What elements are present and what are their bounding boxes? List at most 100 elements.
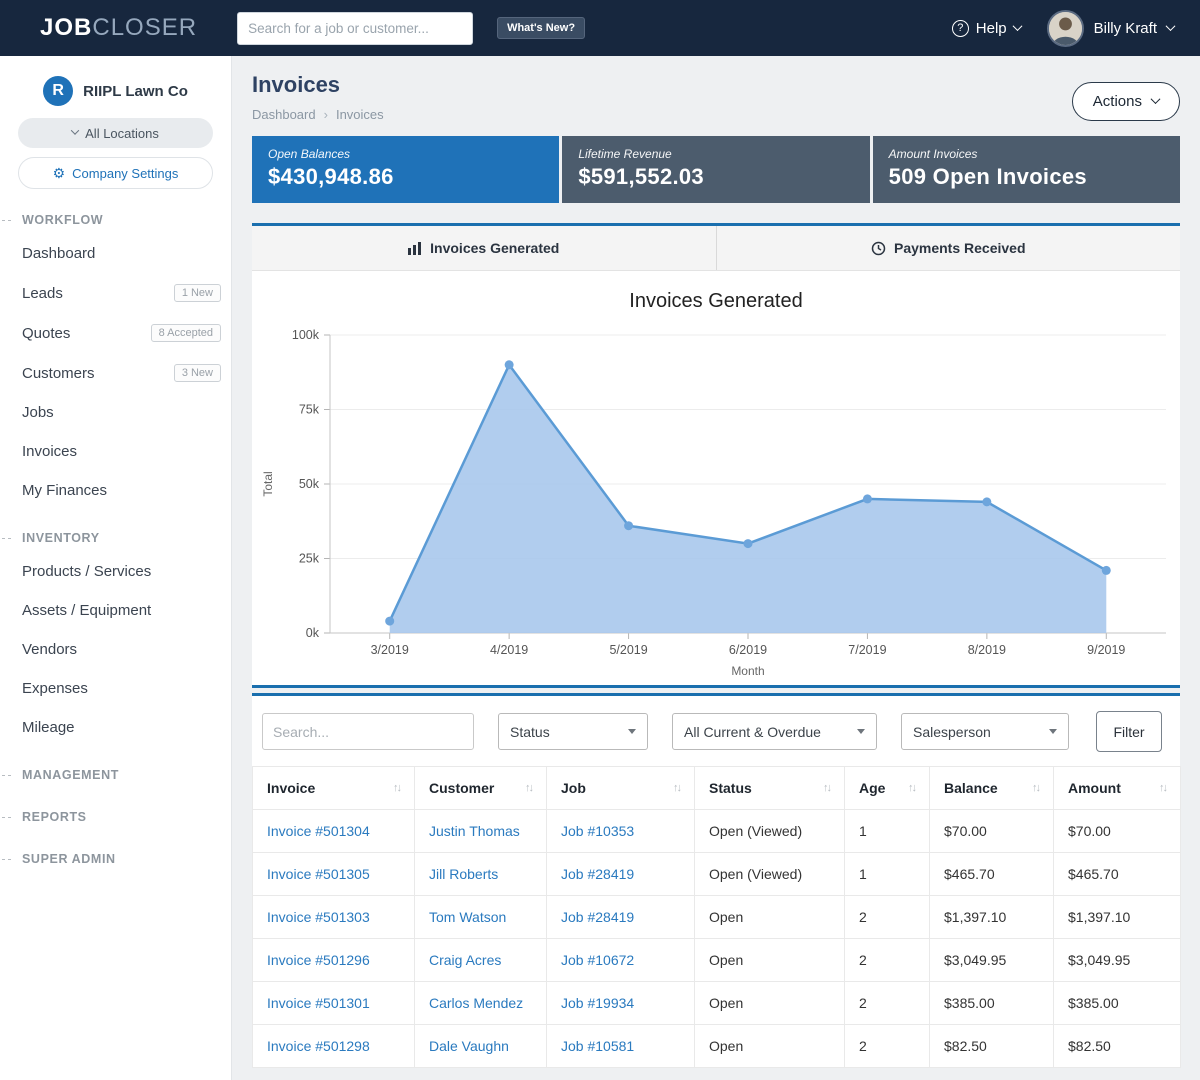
sidebar-section-workflow[interactable]: WORKFLOW bbox=[0, 205, 231, 234]
current-overdue-select[interactable]: All Current & Overdue bbox=[672, 713, 877, 750]
job-cell: Job #19934 bbox=[547, 982, 695, 1025]
sidebar-item-vendors[interactable]: Vendors bbox=[0, 630, 231, 669]
breadcrumb-dashboard[interactable]: Dashboard bbox=[252, 107, 316, 122]
sidebar-item-quotes[interactable]: Quotes8 Accepted bbox=[0, 313, 231, 353]
customer-link[interactable]: Justin Thomas bbox=[429, 823, 520, 839]
status-cell: Open (Viewed) bbox=[695, 853, 845, 896]
company-name: RIIPL Lawn Co bbox=[83, 83, 188, 100]
help-menu[interactable]: ? Help bbox=[952, 20, 1021, 37]
sort-icon[interactable]: ↑↓ bbox=[1032, 782, 1039, 794]
job-link[interactable]: Job #28419 bbox=[561, 866, 634, 882]
invoice-link[interactable]: Invoice #501304 bbox=[267, 823, 370, 839]
amount-cell: $82.50 bbox=[1054, 1025, 1181, 1068]
column-header-job[interactable]: Job↑↓ bbox=[547, 767, 695, 810]
sidebar-item-mileage[interactable]: Mileage bbox=[0, 708, 231, 747]
section-tick-icon bbox=[2, 817, 11, 818]
column-header-amount[interactable]: Amount ↑↓ bbox=[1054, 767, 1181, 810]
sidebar-section-inventory[interactable]: INVENTORY bbox=[0, 523, 231, 552]
sidebar-section-super-admin[interactable]: SUPER ADMIN bbox=[0, 844, 231, 873]
column-label: Customer bbox=[429, 780, 494, 796]
global-search-input[interactable] bbox=[237, 12, 473, 45]
balance-cell: $1,397.10 bbox=[930, 896, 1054, 939]
customer-link[interactable]: Carlos Mendez bbox=[429, 995, 523, 1011]
customer-link[interactable]: Dale Vaughn bbox=[429, 1038, 509, 1054]
chart-card: Invoices Generated Payments Received Inv… bbox=[252, 223, 1180, 688]
sidebar-item-label: Expenses bbox=[22, 680, 88, 697]
column-header-status[interactable]: Status ↑↓ bbox=[695, 767, 845, 810]
section-label: INVENTORY bbox=[22, 531, 100, 545]
svg-text:Total: Total bbox=[261, 471, 275, 496]
column-header-customer[interactable]: Customer ↑↓ bbox=[415, 767, 547, 810]
customer-link[interactable]: Tom Watson bbox=[429, 909, 506, 925]
avatar-silhouette-icon bbox=[1049, 12, 1082, 45]
caret-down-icon bbox=[857, 729, 865, 734]
sort-icon[interactable]: ↑↓ bbox=[393, 782, 400, 794]
table-search-input[interactable] bbox=[262, 713, 474, 750]
job-link[interactable]: Job #28419 bbox=[561, 909, 634, 925]
customer-link[interactable]: Craig Acres bbox=[429, 952, 501, 968]
company-switcher[interactable]: R RIIPL Lawn Co bbox=[0, 70, 231, 118]
salesperson-select[interactable]: Salesperson bbox=[901, 713, 1069, 750]
invoice-link[interactable]: Invoice #501305 bbox=[267, 866, 370, 882]
status-select[interactable]: Status bbox=[498, 713, 648, 750]
sort-icon[interactable]: ↑↓ bbox=[908, 782, 915, 794]
section-tick-icon bbox=[2, 775, 11, 776]
sidebar-item-jobs[interactable]: Jobs bbox=[0, 393, 231, 432]
invoice-link[interactable]: Invoice #501296 bbox=[267, 952, 370, 968]
invoice-link[interactable]: Invoice #501303 bbox=[267, 909, 370, 925]
stat-label: Open Balances bbox=[268, 147, 543, 161]
sidebar-item-invoices[interactable]: Invoices bbox=[0, 432, 231, 471]
sidebar-item-expenses[interactable]: Expenses bbox=[0, 669, 231, 708]
sidebar-item-label: Leads bbox=[22, 285, 63, 302]
sidebar-item-customers[interactable]: Customers3 New bbox=[0, 353, 231, 393]
sidebar-section-reports[interactable]: REPORTS bbox=[0, 802, 231, 831]
job-link[interactable]: Job #19934 bbox=[561, 995, 634, 1011]
sort-icon[interactable]: ↑↓ bbox=[1159, 782, 1166, 794]
company-logo: R bbox=[43, 76, 73, 106]
sidebar-item-products-services[interactable]: Products / Services bbox=[0, 552, 231, 591]
column-label: Status bbox=[709, 780, 752, 796]
column-header-invoice[interactable]: Invoice↑↓ bbox=[253, 767, 415, 810]
locations-dropdown[interactable]: All Locations bbox=[18, 118, 213, 148]
sort-icon[interactable]: ↑↓ bbox=[673, 782, 680, 794]
sidebar-item-leads[interactable]: Leads1 New bbox=[0, 273, 231, 313]
job-link[interactable]: Job #10581 bbox=[561, 1038, 634, 1054]
clock-icon bbox=[871, 241, 886, 256]
sort-icon[interactable]: ↑↓ bbox=[823, 782, 830, 794]
section-label: WORKFLOW bbox=[22, 213, 103, 227]
stat-value: 509 Open Invoices bbox=[889, 164, 1164, 190]
column-header-age[interactable]: Age↑↓ bbox=[845, 767, 930, 810]
section-label: MANAGEMENT bbox=[22, 768, 119, 782]
invoice-link[interactable]: Invoice #501301 bbox=[267, 995, 370, 1011]
status-cell: Open bbox=[695, 896, 845, 939]
balance-cell: $82.50 bbox=[930, 1025, 1054, 1068]
tab-invoices-generated[interactable]: Invoices Generated bbox=[252, 226, 716, 270]
actions-button[interactable]: Actions bbox=[1072, 82, 1180, 121]
status-select-value: Status bbox=[510, 724, 550, 740]
sidebar-item-dashboard[interactable]: Dashboard bbox=[0, 234, 231, 273]
sidebar-item-label: Invoices bbox=[22, 443, 77, 460]
job-cell: Job #10353 bbox=[547, 810, 695, 853]
table-row: Invoice #501298 Dale Vaughn Job #10581 O… bbox=[253, 1025, 1181, 1068]
company-settings-button[interactable]: ⚙ Company Settings bbox=[18, 157, 213, 189]
sidebar-item-my-finances[interactable]: My Finances bbox=[0, 471, 231, 510]
invoice-link[interactable]: Invoice #501298 bbox=[267, 1038, 370, 1054]
sort-icon[interactable]: ↑↓ bbox=[525, 782, 532, 794]
customer-cell: Craig Acres bbox=[415, 939, 547, 982]
customer-link[interactable]: Jill Roberts bbox=[429, 866, 498, 882]
job-link[interactable]: Job #10353 bbox=[561, 823, 634, 839]
age-cell: 2 bbox=[845, 1025, 930, 1068]
app-logo[interactable]: JOBCLOSER bbox=[40, 14, 197, 42]
tab-payments-received[interactable]: Payments Received bbox=[716, 226, 1181, 270]
sidebar-section-management[interactable]: MANAGEMENT bbox=[0, 760, 231, 789]
sidebar-item-label: My Finances bbox=[22, 482, 107, 499]
user-avatar bbox=[1047, 10, 1084, 47]
filter-button[interactable]: Filter bbox=[1096, 711, 1162, 752]
job-link[interactable]: Job #10672 bbox=[561, 952, 634, 968]
user-menu[interactable]: Billy Kraft bbox=[1047, 10, 1174, 47]
sidebar-item-assets-equipment[interactable]: Assets / Equipment bbox=[0, 591, 231, 630]
column-header-balance[interactable]: Balance↑↓ bbox=[930, 767, 1054, 810]
svg-text:8/2019: 8/2019 bbox=[968, 643, 1006, 657]
column-label: Amount bbox=[1068, 780, 1121, 796]
whats-new-button[interactable]: What's New? bbox=[497, 17, 585, 39]
